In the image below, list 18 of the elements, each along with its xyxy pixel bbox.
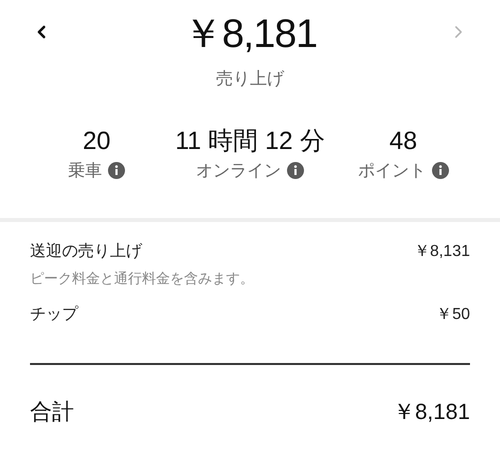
- stat-label: オンライン: [196, 160, 281, 182]
- line-item-label: チップ: [30, 304, 78, 325]
- total-label: 合計: [30, 398, 74, 426]
- line-item-amount: ￥8,131: [414, 242, 470, 262]
- line-item-note: ピーク料金と通行料金を含みます。: [30, 269, 255, 288]
- stat-value: 20: [82, 126, 111, 156]
- line-item-label: 送迎の売り上げ: [30, 242, 142, 262]
- earnings-amount: ￥8,181: [182, 11, 318, 58]
- info-icon[interactable]: [432, 162, 449, 180]
- earnings-label: 売り上げ: [216, 68, 284, 90]
- info-icon[interactable]: [286, 162, 304, 180]
- stat-value: 11 時間 12 分: [175, 126, 325, 156]
- stat-label: 乗車: [68, 160, 102, 182]
- info-icon[interactable]: [108, 162, 126, 180]
- line-item-amount: ￥50: [436, 305, 470, 325]
- total-amount: ￥8,181: [392, 398, 470, 426]
- stat-value: 48: [389, 126, 418, 156]
- stat-label: ポイント: [358, 160, 426, 182]
